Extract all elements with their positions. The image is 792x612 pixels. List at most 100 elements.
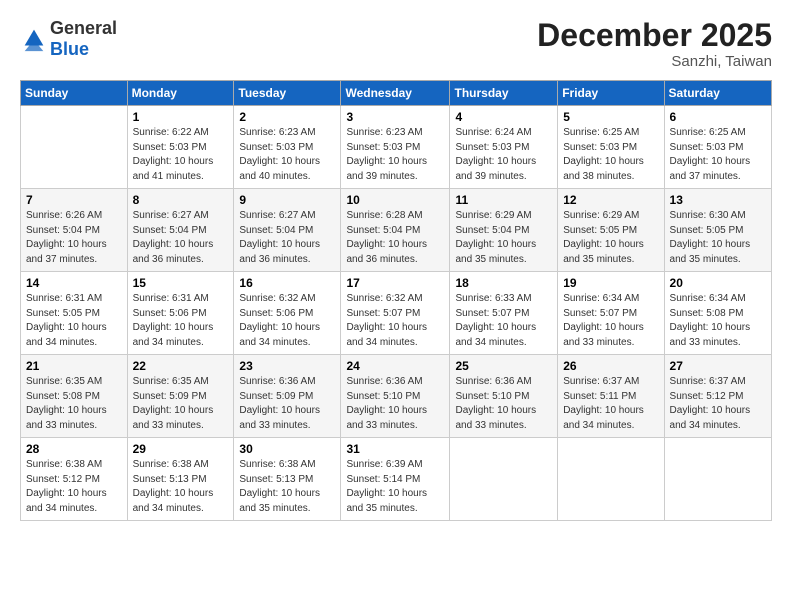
logo: General Blue xyxy=(20,18,117,60)
table-row: 7Sunrise: 6:26 AM Sunset: 5:04 PM Daylig… xyxy=(21,189,128,272)
header-thursday: Thursday xyxy=(450,81,558,106)
table-row xyxy=(664,438,771,521)
table-row: 22 Sunrise: 6:35 AM Sunset: 5:09 PM Dayli… xyxy=(127,355,234,438)
day-number: 22 xyxy=(133,359,229,373)
calendar-week-0: 1 Sunrise: 6:22 AM Sunset: 5:03 PM Daylig… xyxy=(21,106,772,189)
day-number: 17 xyxy=(346,276,444,290)
day-number: 11 xyxy=(455,193,552,207)
table-row: 3Sunrise: 6:23 AM Sunset: 5:03 PM Daylig… xyxy=(341,106,450,189)
day-number: 10 xyxy=(346,193,444,207)
day-info: Sunrise: 6:35 AM Sunset: 5:08 PM Dayligh… xyxy=(26,375,122,433)
day-number: 8 xyxy=(133,193,229,207)
header-wednesday: Wednesday xyxy=(341,81,450,106)
table-row xyxy=(21,106,128,189)
day-info: Sunrise: 6:25 AM Sunset: 5:03 PM Dayligh… xyxy=(563,126,658,184)
calendar-week-3: 21 Sunrise: 6:35 AM Sunset: 5:08 PM Dayli… xyxy=(21,355,772,438)
day-info: Sunrise: 6:36 AM Sunset: 5:09 PM Dayligh… xyxy=(239,375,335,433)
logo-icon xyxy=(20,25,48,53)
logo-text: General Blue xyxy=(50,18,117,60)
table-row: 10 Sunrise: 6:28 AM Sunset: 5:04 PM Dayli… xyxy=(341,189,450,272)
calendar-week-1: 7Sunrise: 6:26 AM Sunset: 5:04 PM Daylig… xyxy=(21,189,772,272)
table-row: 26Sunrise: 6:37 AM Sunset: 5:11 PM Dayli… xyxy=(558,355,664,438)
day-number: 1 xyxy=(133,110,229,124)
calendar-header-row: Sunday Monday Tuesday Wednesday Thursday… xyxy=(21,81,772,106)
day-number: 25 xyxy=(455,359,552,373)
header-saturday: Saturday xyxy=(664,81,771,106)
header-friday: Friday xyxy=(558,81,664,106)
day-number: 2 xyxy=(239,110,335,124)
table-row: 2 Sunrise: 6:23 AM Sunset: 5:03 PM Daylig… xyxy=(234,106,341,189)
day-number: 24 xyxy=(346,359,444,373)
table-row: 23 Sunrise: 6:36 AM Sunset: 5:09 PM Dayli… xyxy=(234,355,341,438)
header-sunday: Sunday xyxy=(21,81,128,106)
day-info: Sunrise: 6:25 AM Sunset: 5:03 PM Dayligh… xyxy=(670,126,766,184)
day-info: Sunrise: 6:34 AM Sunset: 5:07 PM Dayligh… xyxy=(563,292,658,350)
calendar-week-4: 28 Sunrise: 6:38 AM Sunset: 5:12 PM Dayli… xyxy=(21,438,772,521)
day-info: Sunrise: 6:24 AM Sunset: 5:03 PM Dayligh… xyxy=(455,126,552,184)
day-info: Sunrise: 6:33 AM Sunset: 5:07 PM Dayligh… xyxy=(455,292,552,350)
title-block: December 2025 Sanzhi, Taiwan xyxy=(537,18,772,70)
table-row: 21 Sunrise: 6:35 AM Sunset: 5:08 PM Dayli… xyxy=(21,355,128,438)
day-info: Sunrise: 6:38 AM Sunset: 5:13 PM Dayligh… xyxy=(133,458,229,516)
table-row: 30Sunrise: 6:38 AM Sunset: 5:13 PM Dayli… xyxy=(234,438,341,521)
day-info: Sunrise: 6:28 AM Sunset: 5:04 PM Dayligh… xyxy=(346,209,444,267)
day-info: Sunrise: 6:34 AM Sunset: 5:08 PM Dayligh… xyxy=(670,292,766,350)
day-info: Sunrise: 6:37 AM Sunset: 5:12 PM Dayligh… xyxy=(670,375,766,433)
table-row: 11 Sunrise: 6:29 AM Sunset: 5:04 PM Dayli… xyxy=(450,189,558,272)
table-row: 15Sunrise: 6:31 AM Sunset: 5:06 PM Dayli… xyxy=(127,272,234,355)
day-number: 28 xyxy=(26,442,122,456)
day-info: Sunrise: 6:31 AM Sunset: 5:06 PM Dayligh… xyxy=(133,292,229,350)
day-number: 5 xyxy=(563,110,658,124)
day-info: Sunrise: 6:29 AM Sunset: 5:05 PM Dayligh… xyxy=(563,209,658,267)
day-number: 19 xyxy=(563,276,658,290)
day-number: 31 xyxy=(346,442,444,456)
month-title: December 2025 xyxy=(537,18,772,53)
day-number: 29 xyxy=(133,442,229,456)
location: Sanzhi, Taiwan xyxy=(537,53,772,70)
day-number: 30 xyxy=(239,442,335,456)
table-row xyxy=(558,438,664,521)
day-info: Sunrise: 6:22 AM Sunset: 5:03 PM Dayligh… xyxy=(133,126,229,184)
table-row: 19 Sunrise: 6:34 AM Sunset: 5:07 PM Dayli… xyxy=(558,272,664,355)
day-number: 14 xyxy=(26,276,122,290)
header: General Blue December 2025 Sanzhi, Taiwa… xyxy=(20,18,772,70)
day-info: Sunrise: 6:39 AM Sunset: 5:14 PM Dayligh… xyxy=(346,458,444,516)
day-info: Sunrise: 6:30 AM Sunset: 5:05 PM Dayligh… xyxy=(670,209,766,267)
calendar-table: Sunday Monday Tuesday Wednesday Thursday… xyxy=(20,80,772,521)
day-info: Sunrise: 6:29 AM Sunset: 5:04 PM Dayligh… xyxy=(455,209,552,267)
day-number: 23 xyxy=(239,359,335,373)
table-row: 14 Sunrise: 6:31 AM Sunset: 5:05 PM Dayli… xyxy=(21,272,128,355)
logo-blue: Blue xyxy=(50,39,89,59)
day-info: Sunrise: 6:35 AM Sunset: 5:09 PM Dayligh… xyxy=(133,375,229,433)
table-row: 29 Sunrise: 6:38 AM Sunset: 5:13 PM Dayli… xyxy=(127,438,234,521)
table-row xyxy=(450,438,558,521)
day-info: Sunrise: 6:31 AM Sunset: 5:05 PM Dayligh… xyxy=(26,292,122,350)
table-row: 28 Sunrise: 6:38 AM Sunset: 5:12 PM Dayli… xyxy=(21,438,128,521)
day-info: Sunrise: 6:38 AM Sunset: 5:12 PM Dayligh… xyxy=(26,458,122,516)
day-number: 4 xyxy=(455,110,552,124)
table-row: 8Sunrise: 6:27 AM Sunset: 5:04 PM Daylig… xyxy=(127,189,234,272)
day-info: Sunrise: 6:23 AM Sunset: 5:03 PM Dayligh… xyxy=(239,126,335,184)
day-number: 18 xyxy=(455,276,552,290)
day-info: Sunrise: 6:32 AM Sunset: 5:06 PM Dayligh… xyxy=(239,292,335,350)
day-number: 21 xyxy=(26,359,122,373)
day-number: 27 xyxy=(670,359,766,373)
header-tuesday: Tuesday xyxy=(234,81,341,106)
table-row: 13 Sunrise: 6:30 AM Sunset: 5:05 PM Dayli… xyxy=(664,189,771,272)
table-row: 6 Sunrise: 6:25 AM Sunset: 5:03 PM Daylig… xyxy=(664,106,771,189)
table-row: 25Sunrise: 6:36 AM Sunset: 5:10 PM Dayli… xyxy=(450,355,558,438)
table-row: 9 Sunrise: 6:27 AM Sunset: 5:04 PM Daylig… xyxy=(234,189,341,272)
day-info: Sunrise: 6:26 AM Sunset: 5:04 PM Dayligh… xyxy=(26,209,122,267)
table-row: 16Sunrise: 6:32 AM Sunset: 5:06 PM Dayli… xyxy=(234,272,341,355)
day-info: Sunrise: 6:36 AM Sunset: 5:10 PM Dayligh… xyxy=(346,375,444,433)
table-row: 4 Sunrise: 6:24 AM Sunset: 5:03 PM Daylig… xyxy=(450,106,558,189)
table-row: 24 Sunrise: 6:36 AM Sunset: 5:10 PM Dayli… xyxy=(341,355,450,438)
day-number: 9 xyxy=(239,193,335,207)
day-number: 12 xyxy=(563,193,658,207)
table-row: 27 Sunrise: 6:37 AM Sunset: 5:12 PM Dayli… xyxy=(664,355,771,438)
day-number: 13 xyxy=(670,193,766,207)
table-row: 12 Sunrise: 6:29 AM Sunset: 5:05 PM Dayli… xyxy=(558,189,664,272)
table-row: 1 Sunrise: 6:22 AM Sunset: 5:03 PM Daylig… xyxy=(127,106,234,189)
day-number: 6 xyxy=(670,110,766,124)
day-info: Sunrise: 6:27 AM Sunset: 5:04 PM Dayligh… xyxy=(239,209,335,267)
